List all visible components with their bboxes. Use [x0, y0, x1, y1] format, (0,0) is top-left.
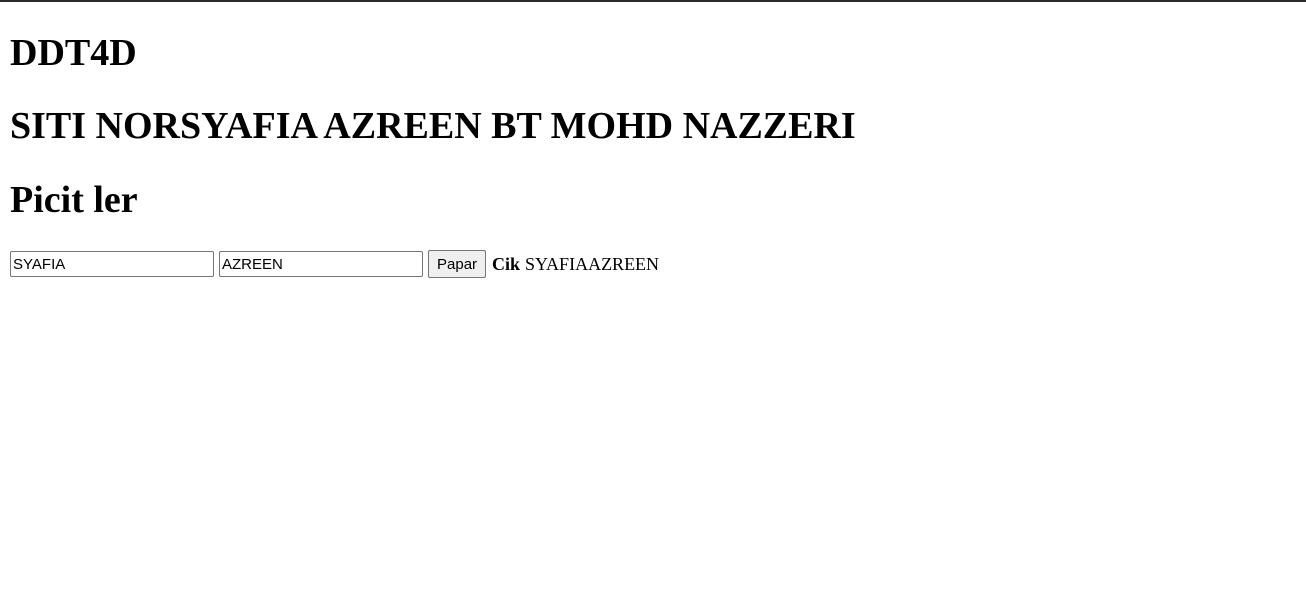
- result-value: SYAFIAAZREEN: [525, 253, 660, 274]
- display-button[interactable]: Papar: [428, 250, 487, 278]
- first-name-input[interactable]: [10, 251, 214, 277]
- result-label: Cik: [492, 253, 521, 274]
- page-title: DDT4D: [10, 32, 137, 74]
- name-form: Papar Cik SYAFIAAZREEN: [10, 250, 659, 278]
- student-name-heading: SITI NORSYAFIA AZREEN BT MOHD NAZZERI: [10, 105, 856, 147]
- second-name-input[interactable]: [219, 251, 423, 277]
- top-border-line: [0, 0, 1306, 2]
- subtitle-heading: Picit ler: [10, 179, 138, 221]
